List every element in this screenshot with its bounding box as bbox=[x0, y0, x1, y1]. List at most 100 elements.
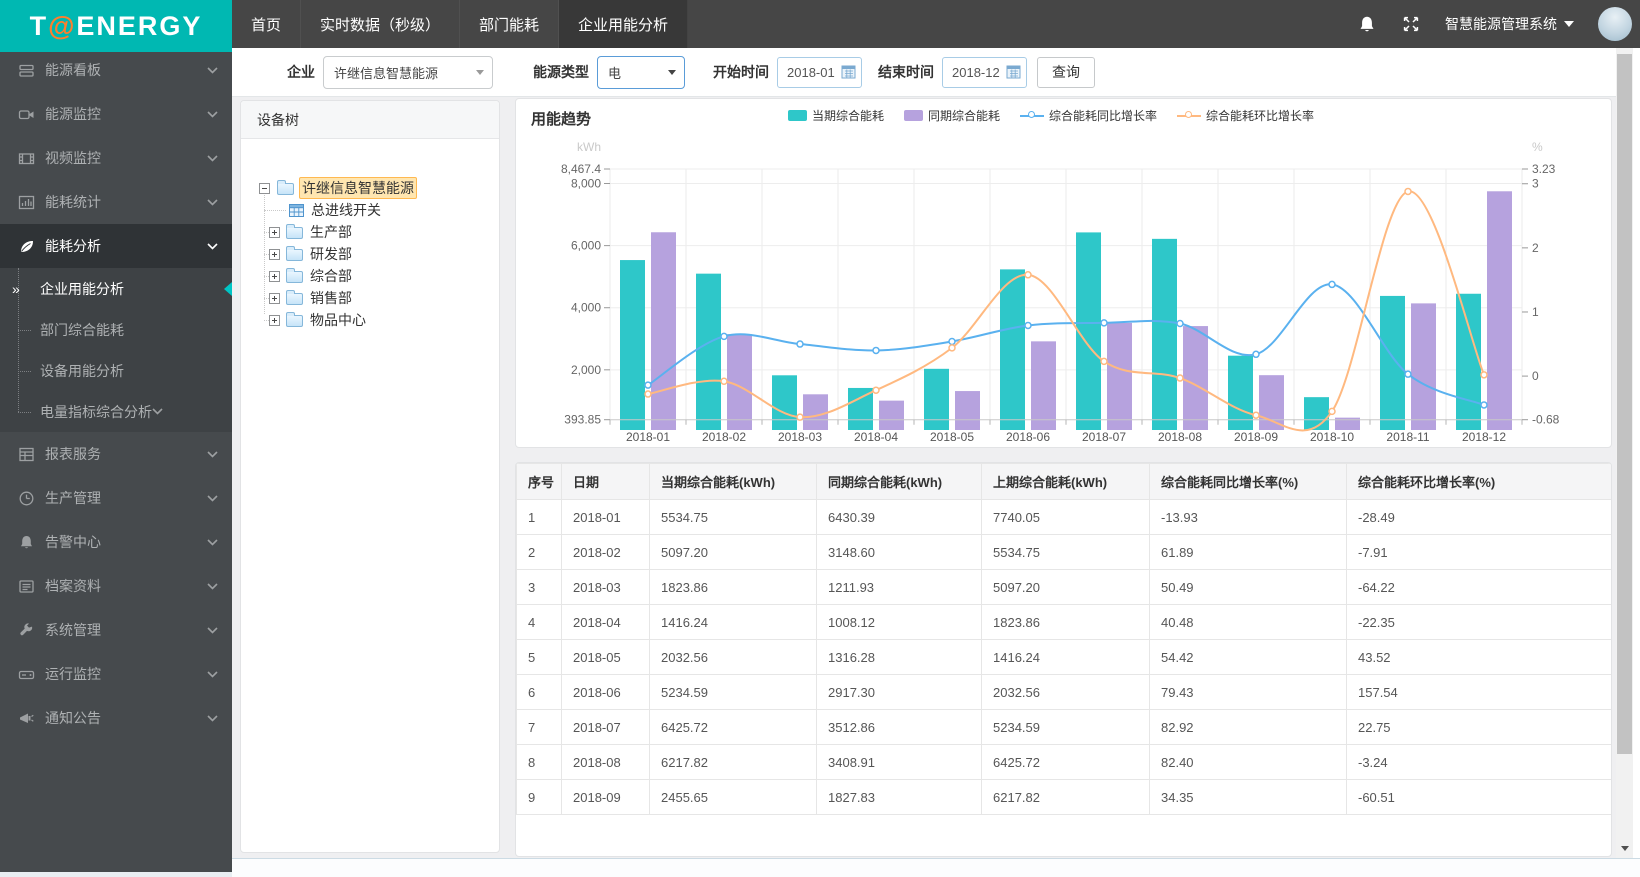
bar-当期综合能耗-2018-09[interactable] bbox=[1228, 355, 1253, 430]
tree-node-label[interactable]: 总进线开关 bbox=[309, 200, 383, 220]
point-综合能耗同比增长率-2018-12[interactable] bbox=[1480, 401, 1488, 409]
bar-当期综合能耗-2018-07[interactable] bbox=[1076, 232, 1101, 430]
right-axis-unit: % bbox=[1532, 140, 1543, 154]
bar-当期综合能耗-2018-08[interactable] bbox=[1152, 238, 1177, 430]
expand-icon[interactable] bbox=[269, 270, 280, 282]
point-综合能耗同比增长率-2018-01[interactable] bbox=[644, 381, 652, 389]
point-综合能耗同比增长率-2018-04[interactable] bbox=[872, 346, 880, 355]
point-综合能耗同比增长率-2018-07[interactable] bbox=[1100, 319, 1108, 327]
sidebar-item-6[interactable]: 生产管理 bbox=[0, 476, 232, 520]
tree-node-0: 总进线开关 bbox=[289, 199, 383, 221]
expand-icon[interactable] bbox=[269, 248, 280, 260]
bar-当期综合能耗-2018-01[interactable] bbox=[620, 260, 645, 430]
expand-icon[interactable] bbox=[269, 226, 280, 238]
query-button[interactable]: 查询 bbox=[1037, 56, 1095, 88]
bar-同期综合能耗-2018-04[interactable] bbox=[879, 400, 904, 430]
nav-tab-3[interactable]: 企业用能分析 bbox=[559, 0, 689, 48]
point-综合能耗同比增长率-2018-05[interactable] bbox=[948, 337, 956, 346]
sidebar-subitem-2[interactable]: 设备用能分析 bbox=[0, 350, 232, 391]
point-综合能耗同比增长率-2018-09[interactable] bbox=[1252, 350, 1260, 359]
calendar-icon[interactable] bbox=[841, 64, 856, 82]
bar-同期综合能耗-2018-03[interactable] bbox=[803, 394, 828, 430]
fullscreen-icon[interactable] bbox=[1401, 14, 1421, 34]
point-综合能耗环比增长率-2018-12[interactable] bbox=[1480, 371, 1488, 379]
sidebar-subitem-1[interactable]: 部门综合能耗 bbox=[0, 309, 232, 350]
bar-同期综合能耗-2018-05[interactable] bbox=[955, 391, 980, 430]
bar-当期综合能耗-2018-06[interactable] bbox=[1000, 269, 1025, 430]
sidebar-item-4[interactable]: 能耗分析 bbox=[0, 224, 232, 268]
sidebar-item-3[interactable]: 能耗统计 bbox=[0, 180, 232, 224]
point-综合能耗同比增长率-2018-06[interactable] bbox=[1024, 321, 1032, 330]
x-axis-label: 2018-02 bbox=[702, 430, 746, 444]
bar-当期综合能耗-2018-12[interactable] bbox=[1456, 293, 1481, 430]
point-综合能耗同比增长率-2018-10[interactable] bbox=[1328, 280, 1336, 289]
bar-当期综合能耗-2018-05[interactable] bbox=[924, 368, 949, 430]
bar-同期综合能耗-2018-08[interactable] bbox=[1183, 326, 1208, 430]
sidebar-item-9[interactable]: 系统管理 bbox=[0, 608, 232, 652]
tree-node-label[interactable]: 许继信息智慧能源 bbox=[299, 177, 417, 199]
film-icon bbox=[18, 152, 35, 164]
bar-同期综合能耗-2018-12[interactable] bbox=[1487, 191, 1512, 430]
point-综合能耗环比增长率-2018-04[interactable] bbox=[872, 386, 880, 394]
start-date-input[interactable]: 2018-01 bbox=[777, 56, 862, 88]
point-综合能耗环比增长率-2018-10[interactable] bbox=[1328, 407, 1336, 416]
point-综合能耗环比增长率-2018-05[interactable] bbox=[948, 344, 956, 352]
calendar-icon[interactable] bbox=[1006, 64, 1021, 82]
company-select[interactable]: 许继信息智慧能源 bbox=[323, 55, 493, 89]
end-date-input[interactable]: 2018-12 bbox=[942, 56, 1027, 88]
bar-同期综合能耗-2018-06[interactable] bbox=[1031, 341, 1056, 430]
scrollbar-thumb[interactable] bbox=[1617, 54, 1632, 754]
bar-同期综合能耗-2018-09[interactable] bbox=[1259, 375, 1284, 430]
sidebar-subitem-0[interactable]: » 企业用能分析 bbox=[0, 268, 232, 309]
energy-trend-chart[interactable]: 393.85 2,000 4,000 6,000 8,0008,467.4 -0.68 0 1… bbox=[516, 99, 1613, 449]
point-综合能耗环比增长率-2018-02[interactable] bbox=[720, 377, 728, 385]
point-综合能耗环比增长率-2018-01[interactable] bbox=[644, 390, 652, 398]
point-综合能耗环比增长率-2018-11[interactable] bbox=[1404, 187, 1412, 196]
bar-同期综合能耗-2018-11[interactable] bbox=[1411, 303, 1436, 430]
sidebar-item-5[interactable]: 报表服务 bbox=[0, 432, 232, 476]
point-综合能耗环比增长率-2018-06[interactable] bbox=[1024, 271, 1032, 279]
expand-icon[interactable] bbox=[269, 292, 280, 304]
bar-当期综合能耗-2018-02[interactable] bbox=[696, 273, 721, 430]
tree-node-label[interactable]: 研发部 bbox=[308, 244, 354, 264]
point-综合能耗环比增长率-2018-03[interactable] bbox=[796, 413, 804, 421]
point-综合能耗环比增长率-2018-08[interactable] bbox=[1176, 374, 1184, 382]
bar-同期综合能耗-2018-07[interactable] bbox=[1107, 322, 1132, 430]
tree-node-label[interactable]: 综合部 bbox=[308, 266, 354, 286]
point-综合能耗环比增长率-2018-07[interactable] bbox=[1100, 357, 1108, 366]
scrollbar-down-arrow-icon[interactable] bbox=[1616, 840, 1633, 856]
system-menu-dropdown[interactable]: 智慧能源管理系统 bbox=[1445, 14, 1574, 34]
collapse-icon[interactable] bbox=[259, 182, 270, 194]
bar-同期综合能耗-2018-01[interactable] bbox=[651, 232, 676, 430]
user-avatar[interactable] bbox=[1598, 7, 1632, 41]
x-axis-label: 2018-05 bbox=[930, 430, 974, 444]
nav-tab-1[interactable]: 实时数据（秒级） bbox=[301, 0, 461, 48]
vertical-scrollbar[interactable] bbox=[1616, 48, 1633, 858]
bar-当期综合能耗-2018-03[interactable] bbox=[772, 375, 797, 430]
bar-当期综合能耗-2018-11[interactable] bbox=[1380, 295, 1405, 430]
nav-tab-0[interactable]: 首页 bbox=[232, 0, 302, 48]
table-cell: 5234.59 bbox=[649, 674, 817, 710]
sidebar-item-0[interactable]: 能源看板 bbox=[0, 48, 232, 92]
point-综合能耗同比增长率-2018-03[interactable] bbox=[796, 340, 804, 348]
bar-当期综合能耗-2018-10[interactable] bbox=[1304, 397, 1329, 430]
sidebar-item-7[interactable]: 告警中心 bbox=[0, 520, 232, 564]
nav-tab-2[interactable]: 部门能耗 bbox=[460, 0, 560, 48]
point-综合能耗同比增长率-2018-02[interactable] bbox=[720, 332, 728, 341]
table-cell: 2018-05 bbox=[561, 639, 650, 675]
sidebar-item-8[interactable]: 档案资料 bbox=[0, 564, 232, 608]
sidebar-subitem-3[interactable]: 电量指标综合分析 bbox=[0, 391, 232, 432]
sidebar-item-10[interactable]: 运行监控 bbox=[0, 652, 232, 696]
expand-icon[interactable] bbox=[269, 314, 280, 326]
sidebar-item-11[interactable]: 通知公告 bbox=[0, 696, 232, 740]
tree-node-label[interactable]: 物品中心 bbox=[308, 310, 368, 330]
tree-node-label[interactable]: 生产部 bbox=[308, 222, 354, 242]
sidebar-item-1[interactable]: 能源监控 bbox=[0, 92, 232, 136]
sidebar-item-2[interactable]: 视频监控 bbox=[0, 136, 232, 180]
point-综合能耗同比增长率-2018-11[interactable] bbox=[1404, 370, 1412, 378]
energy-type-select[interactable]: 电 bbox=[597, 55, 685, 89]
tree-node-label[interactable]: 销售部 bbox=[308, 288, 354, 308]
notification-bell-icon[interactable] bbox=[1357, 14, 1377, 34]
point-综合能耗同比增长率-2018-08[interactable] bbox=[1176, 319, 1184, 328]
point-综合能耗环比增长率-2018-09[interactable] bbox=[1252, 411, 1260, 419]
